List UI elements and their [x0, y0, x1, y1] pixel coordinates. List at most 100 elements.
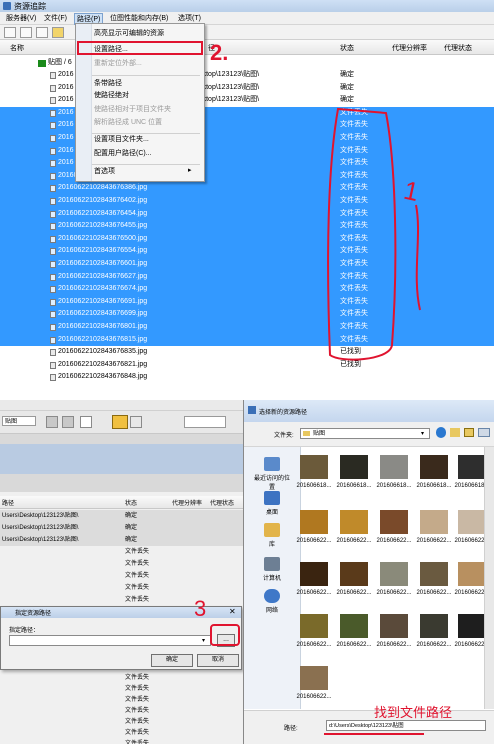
look-in-select[interactable]: 贴图 ▾ [300, 428, 430, 439]
image-thumbnail[interactable] [340, 455, 368, 479]
close-icon[interactable]: ✕ [229, 607, 236, 616]
menu-item[interactable]: 首选项 [94, 166, 115, 176]
col-path-2[interactable]: 路径 [2, 498, 14, 507]
thumbnail-label: 201606618... [416, 483, 452, 489]
image-thumbnail[interactable] [300, 455, 328, 479]
image-thumbnail[interactable] [458, 614, 486, 638]
snap-icon[interactable] [46, 416, 58, 428]
col-proxy-status-2[interactable]: 代理状态 [210, 498, 234, 507]
computer-icon [264, 557, 280, 571]
menu-item[interactable]: 配置用户路径(C)... [94, 148, 152, 158]
nav-libraries[interactable]: 库 [254, 523, 290, 548]
image-thumbnail[interactable] [458, 455, 486, 479]
cancel-button[interactable]: 取消 [197, 654, 239, 667]
new-folder-icon[interactable] [464, 428, 474, 437]
nav-desktop[interactable]: 桌面 [254, 491, 290, 516]
image-thumbnail[interactable] [300, 614, 328, 638]
named-selection-field[interactable] [184, 416, 226, 428]
path-bar-input[interactable]: d:\Users\Desktop\123123\贴图 [326, 720, 486, 731]
move-icon[interactable] [62, 416, 74, 428]
nav-recent[interactable]: 最近访问的位置 [254, 457, 290, 491]
image-thumbnail[interactable] [300, 562, 328, 586]
list-view-icon[interactable] [20, 27, 32, 38]
path-bar-label: 路径: [284, 726, 298, 732]
up-folder-icon[interactable] [450, 428, 460, 437]
image-thumbnail[interactable] [340, 510, 368, 534]
select-icon[interactable] [80, 416, 92, 428]
image-file-icon [50, 84, 56, 92]
col-proxy-res[interactable]: 代理分辨率 [392, 43, 427, 53]
menu-item[interactable]: 使路径绝对 [94, 90, 129, 100]
image-thumbnail[interactable] [420, 614, 448, 638]
col-status[interactable]: 状态 [340, 43, 354, 53]
tree-view-icon[interactable] [36, 27, 48, 38]
table-row[interactable]: Users\Desktop\123123\贴图\ 确定 [0, 522, 243, 535]
menu-item[interactable]: 设置项目文件夹... [94, 134, 149, 144]
asset-tracking-window-2: 贴图 路径 状态 代理分辨率 代理状态 Users\Desktop\123123… [0, 400, 243, 744]
image-thumbnail[interactable] [380, 614, 408, 638]
menu-server[interactable]: 服务器(V) [4, 13, 38, 23]
percent-snap-icon[interactable] [130, 416, 142, 428]
image-thumbnail[interactable] [420, 510, 448, 534]
back-icon[interactable] [436, 427, 446, 438]
nav-network[interactable]: 网络 [254, 589, 290, 614]
path-combo[interactable] [9, 635, 211, 646]
image-thumbnail[interactable] [380, 562, 408, 586]
col-name[interactable]: 名称 [10, 43, 24, 53]
ok-button[interactable]: 确定 [151, 654, 193, 667]
combo-arrow-icon[interactable]: ▾ [202, 637, 205, 644]
col-status-2[interactable]: 状态 [125, 498, 137, 507]
nav-computer[interactable]: 计算机 [254, 557, 290, 582]
view-menu-icon[interactable] [478, 428, 490, 437]
menu-item[interactable]: 解析路径成 UNC 位置 [94, 117, 162, 127]
table-row[interactable]: 文件丢失 [0, 738, 243, 744]
table-row[interactable]: 文件丢失 [0, 546, 243, 559]
angle-snap-icon[interactable] [112, 415, 128, 429]
table-row[interactable]: Users\Desktop\123123\贴图\ 确定 [0, 510, 243, 523]
thumbnail-label: 201606622... [296, 538, 332, 544]
image-thumbnail[interactable] [420, 562, 448, 586]
image-thumbnail[interactable] [380, 455, 408, 479]
image-thumbnail[interactable] [420, 455, 448, 479]
layer-select[interactable]: 贴图 [2, 416, 36, 426]
row-name: 20160622102843676500.jpg [58, 234, 148, 242]
table-row[interactable]: 文件丢失 [0, 582, 243, 595]
path-bar: 路径: d:\Users\Desktop\123123\贴图 [244, 710, 494, 744]
image-thumbnail[interactable] [300, 510, 328, 534]
menu-options[interactable]: 选项(T) [176, 13, 203, 23]
scrollbar[interactable] [484, 447, 494, 709]
image-thumbnail[interactable] [340, 614, 368, 638]
image-file-icon [50, 210, 56, 218]
menu-file[interactable]: 文件(F) [42, 13, 69, 23]
row-path: Users\Desktop\123123\贴图\ [2, 537, 79, 543]
image-file-icon [50, 248, 56, 256]
col-proxy-res-2[interactable]: 代理分辨率 [172, 498, 202, 507]
image-thumbnail[interactable] [380, 510, 408, 534]
refresh-icon[interactable] [4, 27, 16, 38]
menu-bitmap-performance[interactable]: 位图性能和内存(B) [108, 13, 170, 23]
menu-item[interactable]: 高亮显示可编辑的资源 [94, 28, 164, 38]
row-name: 20160622102843676691.jpg [58, 297, 148, 305]
table-row[interactable]: Users\Desktop\123123\贴图\ 确定 [0, 534, 243, 547]
image-thumbnail[interactable] [458, 562, 486, 586]
title-bar: 资源追踪 [0, 0, 494, 12]
image-file-icon [50, 122, 56, 130]
col-proxy-status[interactable]: 代理状态 [444, 43, 472, 53]
image-thumbnail[interactable] [340, 562, 368, 586]
libraries-icon [264, 523, 280, 537]
submenu-arrow-icon: ▸ [188, 167, 192, 174]
menu-item[interactable]: 条带路径 [94, 78, 122, 88]
row-name: 20160622102843676835.jpg [58, 348, 148, 356]
menu-item[interactable]: 使路径相对于项目文件夹 [94, 104, 171, 114]
menu-item[interactable]: 重新定位外部... [94, 58, 142, 68]
image-file-icon [50, 72, 56, 79]
thumbnail-label: 201606622... [296, 694, 332, 700]
table-row[interactable]: 20160622102843676848.jpg [0, 371, 494, 384]
table-row[interactable]: 文件丢失 [0, 570, 243, 583]
table-row[interactable]: 文件丢失 [0, 594, 243, 607]
row-name: 2016 [58, 71, 74, 78]
table-row[interactable]: 文件丢失 [0, 558, 243, 571]
image-thumbnail[interactable] [458, 510, 486, 534]
highlight-icon[interactable] [52, 27, 64, 38]
image-thumbnail[interactable] [300, 666, 328, 690]
